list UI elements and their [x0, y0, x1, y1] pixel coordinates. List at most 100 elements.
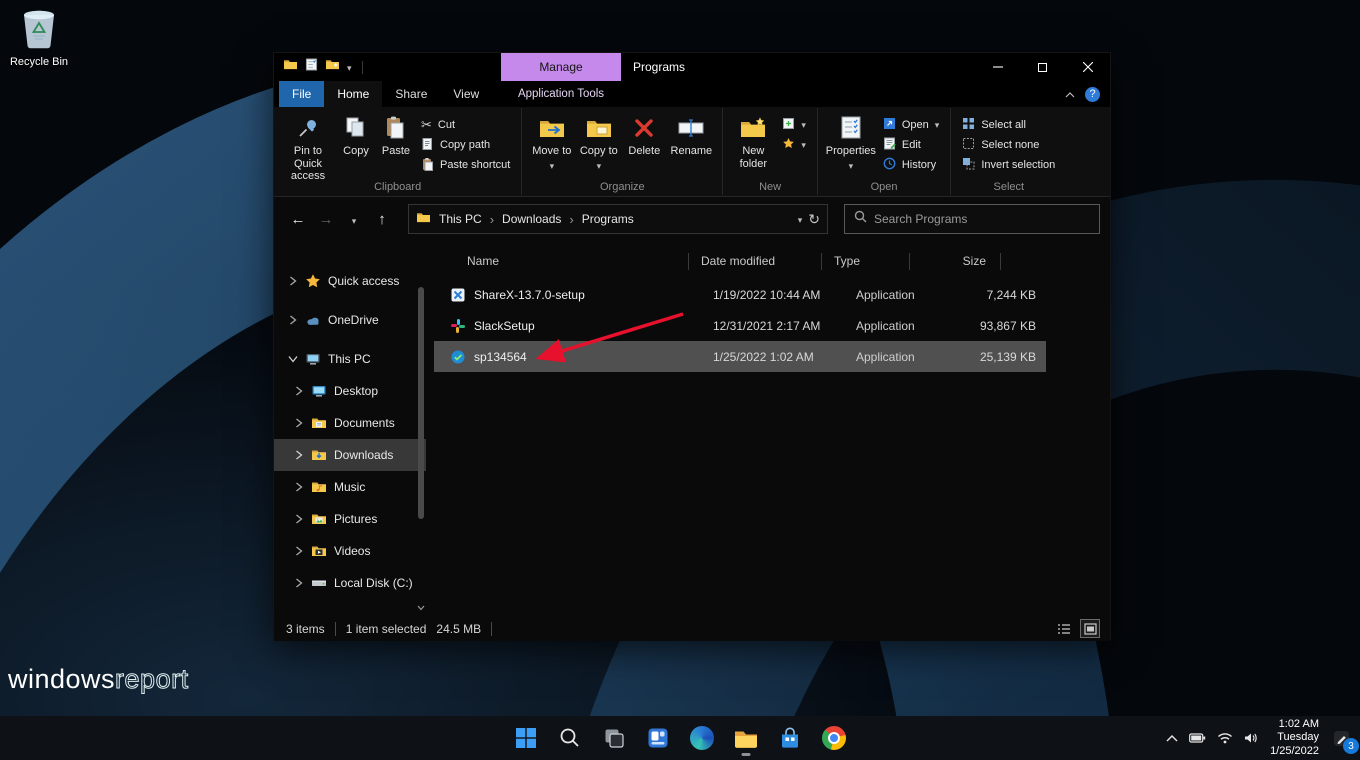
- copy-path-button[interactable]: Copy path: [416, 135, 515, 155]
- maximize-button[interactable]: [1020, 53, 1065, 81]
- up-button[interactable]: [370, 207, 394, 231]
- breadcrumb-this-pc[interactable]: This PC: [437, 212, 484, 226]
- copy-button[interactable]: Copy: [336, 111, 376, 158]
- minimize-ribbon-icon[interactable]: [1065, 85, 1075, 103]
- column-header-size[interactable]: Size: [922, 253, 1001, 270]
- large-icons-view-button[interactable]: [1080, 619, 1100, 638]
- new-item-button[interactable]: [777, 115, 811, 135]
- start-button[interactable]: [506, 718, 546, 758]
- qat-customize-icon[interactable]: [347, 58, 352, 76]
- address-folder-icon: [416, 211, 431, 227]
- properties-qat-button[interactable]: [305, 58, 318, 76]
- sidebar-item-onedrive[interactable]: OneDrive: [274, 304, 426, 336]
- history-button[interactable]: History: [878, 155, 944, 175]
- chevron-right-icon[interactable]: [294, 386, 304, 396]
- column-header-date-modified[interactable]: Date modified: [701, 253, 822, 270]
- file-explorer-button[interactable]: [726, 718, 766, 758]
- sidebar-item-pictures[interactable]: Pictures: [274, 503, 426, 535]
- sidebar-item-quick-access[interactable]: Quick access: [274, 265, 426, 297]
- forward-button[interactable]: [314, 207, 338, 231]
- search-box[interactable]: [844, 204, 1100, 234]
- cut-button[interactable]: Cut: [416, 115, 515, 135]
- notification-center-button[interactable]: 3: [1330, 727, 1352, 749]
- recent-locations-button[interactable]: [342, 207, 366, 231]
- new-folder-button[interactable]: New folder: [729, 111, 777, 170]
- chevron-right-icon[interactable]: [294, 482, 304, 492]
- chevron-right-icon[interactable]: [294, 546, 304, 556]
- edit-button[interactable]: Edit: [878, 135, 944, 155]
- open-button[interactable]: Open: [878, 115, 944, 135]
- edge-button[interactable]: [682, 718, 722, 758]
- sidebar-item-desktop[interactable]: Desktop: [274, 375, 426, 407]
- sidebar-item-local-disk-c[interactable]: Local Disk (C:): [274, 567, 426, 599]
- help-button[interactable]: [1085, 87, 1100, 102]
- paste-shortcut-button[interactable]: Paste shortcut: [416, 155, 515, 175]
- wifi-icon[interactable]: [1217, 732, 1233, 744]
- task-view-button[interactable]: [594, 718, 634, 758]
- delete-button[interactable]: Delete: [622, 111, 666, 158]
- new-folder-qat-button[interactable]: [325, 58, 340, 76]
- breadcrumb-downloads[interactable]: Downloads: [500, 212, 563, 226]
- notification-badge: 3: [1343, 738, 1359, 754]
- sidebar-item-this-pc[interactable]: This PC: [274, 343, 426, 375]
- tab-application-tools[interactable]: Application Tools: [501, 81, 621, 107]
- select-all-button[interactable]: Select all: [957, 115, 1060, 135]
- close-button[interactable]: [1065, 53, 1110, 81]
- store-button[interactable]: [770, 718, 810, 758]
- rename-button[interactable]: Rename: [666, 111, 716, 158]
- widgets-button[interactable]: [638, 718, 678, 758]
- sidebar-scrollbar[interactable]: [416, 241, 426, 616]
- item-count: 3 items: [286, 622, 325, 636]
- chevron-down-icon[interactable]: [288, 355, 298, 363]
- tab-manage[interactable]: Manage: [501, 53, 621, 81]
- easy-access-button[interactable]: [777, 135, 811, 155]
- file-row-sharex[interactable]: ShareX-13.7.0-setup 1/19/2022 10:44 AM A…: [434, 279, 1046, 310]
- invert-selection-button[interactable]: Invert selection: [957, 155, 1060, 175]
- chevron-right-icon[interactable]: [288, 276, 298, 286]
- column-header-type[interactable]: Type: [834, 253, 910, 270]
- recycle-bin[interactable]: Recycle Bin: [6, 6, 72, 68]
- select-none-button[interactable]: Select none: [957, 135, 1060, 155]
- sidebar-scroll-down-icon[interactable]: [416, 602, 426, 614]
- sidebar-item-documents[interactable]: Documents: [274, 407, 426, 439]
- volume-icon[interactable]: [1244, 732, 1259, 744]
- hidden-icons-chevron-icon[interactable]: [1166, 735, 1178, 742]
- chevron-right-icon[interactable]: [294, 578, 304, 588]
- taskbar-clock[interactable]: 1:02 AM Tuesday 1/25/2022: [1270, 718, 1319, 758]
- sidebar-item-videos[interactable]: Videos: [274, 535, 426, 567]
- sidebar-item-downloads[interactable]: Downloads: [274, 439, 426, 471]
- properties-button[interactable]: Properties: [824, 111, 878, 172]
- sidebar-scrollbar-thumb[interactable]: [418, 287, 424, 519]
- chevron-right-icon[interactable]: [294, 418, 304, 428]
- file-row-slack[interactable]: SlackSetup 12/31/2021 2:17 AM Applicatio…: [434, 310, 1046, 341]
- battery-icon[interactable]: [1189, 733, 1206, 743]
- tab-home[interactable]: Home: [324, 81, 382, 107]
- back-button[interactable]: [286, 207, 310, 231]
- breadcrumb-programs[interactable]: Programs: [580, 212, 636, 226]
- file-name: SlackSetup: [474, 319, 713, 333]
- new-item-caret-icon: [801, 119, 806, 131]
- sidebar-item-music[interactable]: Music: [274, 471, 426, 503]
- tab-view[interactable]: View: [440, 81, 492, 107]
- chrome-button[interactable]: [814, 718, 854, 758]
- copy-to-button[interactable]: Copy to: [575, 111, 622, 172]
- desktop-icon: [311, 383, 327, 399]
- address-bar[interactable]: This PC Downloads Programs: [408, 204, 828, 234]
- tab-share[interactable]: Share: [382, 81, 440, 107]
- minimize-button[interactable]: [975, 53, 1020, 81]
- search-input[interactable]: [874, 212, 1090, 226]
- refresh-icon[interactable]: [808, 211, 820, 228]
- tab-file[interactable]: File: [279, 81, 324, 107]
- details-view-button[interactable]: [1054, 619, 1074, 638]
- file-row-sp134564-selected[interactable]: sp134564 1/25/2022 1:02 AM Application 2…: [434, 341, 1046, 372]
- move-to-button[interactable]: Move to: [528, 111, 575, 172]
- taskbar-search-button[interactable]: [550, 718, 590, 758]
- quick-access-toolbar: [274, 58, 363, 76]
- chevron-right-icon[interactable]: [288, 315, 298, 325]
- address-dropdown-icon[interactable]: [798, 212, 803, 226]
- paste-button[interactable]: Paste: [376, 111, 416, 158]
- pin-to-quick-access-button[interactable]: Pin to Quick access: [280, 111, 336, 183]
- column-header-name[interactable]: Name: [467, 253, 689, 270]
- chevron-right-icon[interactable]: [294, 450, 304, 460]
- chevron-right-icon[interactable]: [294, 514, 304, 524]
